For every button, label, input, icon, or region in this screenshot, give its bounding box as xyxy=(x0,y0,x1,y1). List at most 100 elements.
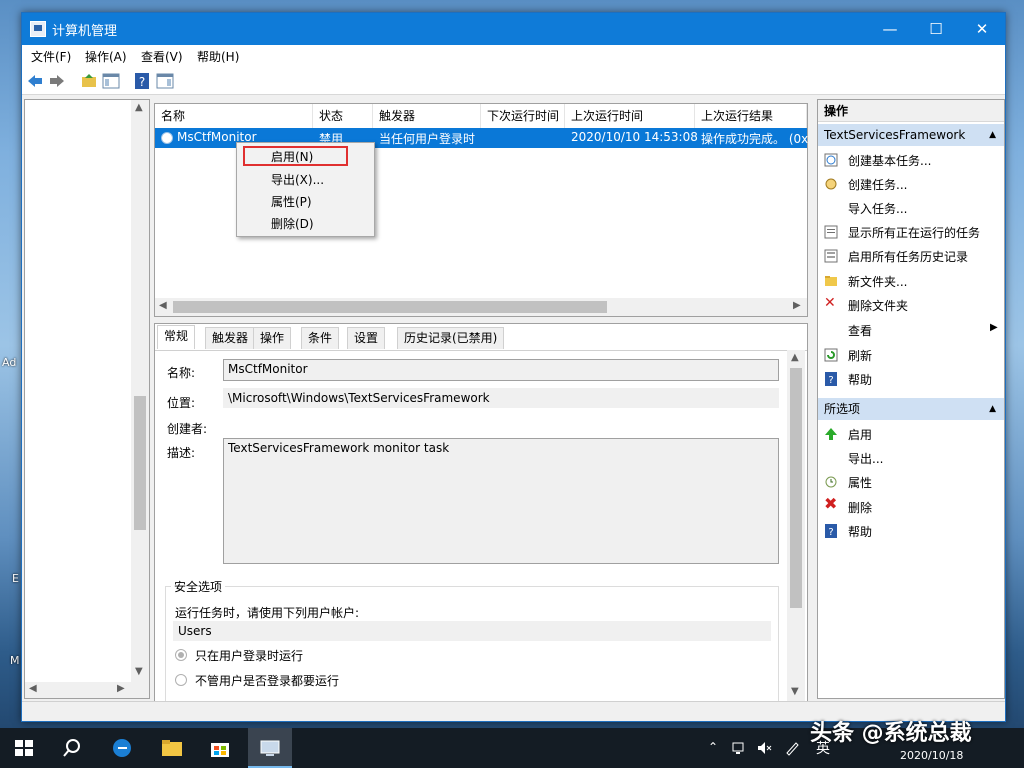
taskbar-date[interactable]: 2020/10/18 xyxy=(900,748,963,764)
run-whether-logged-on-radio[interactable] xyxy=(175,674,187,686)
description-field[interactable]: TextServicesFramework monitor task xyxy=(223,438,779,564)
pen-icon[interactable] xyxy=(784,740,800,756)
tab-triggers[interactable]: 触发器 xyxy=(205,327,256,349)
details-vertical-scrollbar[interactable]: ▲ ▼ xyxy=(787,350,805,702)
section-title-selected: 所选项 xyxy=(824,402,861,416)
tab-conditions[interactable]: 条件 xyxy=(301,327,340,349)
column-header-last-run[interactable]: 上次运行时间 xyxy=(565,104,695,128)
tab-general[interactable]: 常规 xyxy=(157,325,196,349)
action-enable[interactable]: 启用 xyxy=(848,426,872,443)
section-header-selected[interactable]: 所选项 ▲ xyxy=(818,398,1004,420)
action-show-running-tasks[interactable]: 显示所有正在运行的任务 xyxy=(848,224,980,241)
windows-start-icon[interactable] xyxy=(12,736,36,760)
action-new-folder[interactable]: 新文件夹... xyxy=(848,273,907,290)
context-menu-export[interactable]: 导出(X)... xyxy=(271,171,324,188)
column-header-status[interactable]: 状态 xyxy=(313,104,373,128)
tree-horizontal-scrollbar[interactable]: ◀ ▶ xyxy=(25,682,149,698)
scroll-up-icon[interactable]: ▲ xyxy=(791,352,799,363)
svg-text:?: ? xyxy=(139,75,145,89)
action-help[interactable]: 帮助 xyxy=(848,371,872,388)
tree-scroll-thumb[interactable] xyxy=(134,396,146,530)
collapse-icon[interactable]: ▲ xyxy=(989,398,996,420)
menu-action[interactable]: 操作(A) xyxy=(85,48,127,65)
show-hide-action-pane-icon[interactable] xyxy=(156,72,174,90)
minimize-button[interactable]: — xyxy=(867,13,913,45)
list-scroll-thumb[interactable] xyxy=(173,301,607,313)
create-task-icon xyxy=(825,178,837,190)
volume-muted-icon[interactable] xyxy=(756,740,772,756)
edge-browser-icon[interactable] xyxy=(110,736,134,760)
scroll-down-icon[interactable]: ▼ xyxy=(791,686,799,697)
show-hidden-icons-icon[interactable]: ⌃ xyxy=(708,740,718,754)
file-explorer-icon[interactable] xyxy=(160,736,184,760)
action-enable-history[interactable]: 启用所有任务历史记录 xyxy=(848,248,968,265)
name-field[interactable]: MsCtfMonitor xyxy=(223,359,779,381)
scroll-left-icon[interactable]: ◀ xyxy=(29,683,37,694)
tab-divider xyxy=(155,350,807,351)
scroll-up-icon[interactable]: ▲ xyxy=(135,102,143,113)
action-create-basic-task[interactable]: 创建基本任务... xyxy=(848,152,931,169)
action-refresh[interactable]: 刷新 xyxy=(848,347,872,364)
action-import-task[interactable]: 导入任务... xyxy=(848,200,907,217)
scroll-left-icon[interactable]: ◀ xyxy=(159,300,167,311)
collapse-icon[interactable]: ▲ xyxy=(989,124,996,146)
close-button[interactable]: ✕ xyxy=(959,13,1005,45)
menu-help[interactable]: 帮助(H) xyxy=(197,48,239,65)
column-header-last-result[interactable]: 上次运行结果 xyxy=(695,104,807,128)
enable-arrow-icon xyxy=(825,428,837,440)
maximize-button[interactable]: ☐ xyxy=(913,13,959,45)
network-icon[interactable] xyxy=(732,740,748,756)
column-header-name[interactable]: 名称 xyxy=(155,104,313,128)
store-icon[interactable] xyxy=(208,736,232,760)
action-help-selected[interactable]: 帮助 xyxy=(848,523,872,540)
action-create-task[interactable]: 创建任务... xyxy=(848,176,907,193)
menu-file[interactable]: 文件(F) xyxy=(31,48,71,65)
tree-vertical-scrollbar[interactable]: ▲ ▼ xyxy=(131,100,149,682)
location-label: 位置: xyxy=(167,396,196,410)
navigation-tree[interactable]: ▲ ▼ ◀ ▶ xyxy=(24,99,150,699)
context-menu-delete[interactable]: 删除(D) xyxy=(271,215,314,232)
taskbar-computer-management[interactable] xyxy=(248,728,292,768)
back-arrow-icon[interactable] xyxy=(26,72,44,90)
menu-view[interactable]: 查看(V) xyxy=(141,48,183,65)
list-horizontal-scrollbar[interactable]: ◀ ▶ xyxy=(155,298,807,316)
task-last-result: 操作成功完成。 (0x xyxy=(701,132,809,146)
context-menu-enable[interactable]: 启用(N) xyxy=(271,148,313,165)
column-header-trigger[interactable]: 触发器 xyxy=(373,104,481,128)
action-properties[interactable]: 属性 xyxy=(848,474,872,491)
actions-pane: 操作 TextServicesFramework ▲ 创建基本任务... 创建任务… xyxy=(817,99,1005,699)
title-bar: 计算机管理 — ☐ ✕ xyxy=(22,13,1005,45)
computer-management-icon xyxy=(260,740,280,756)
tab-history[interactable]: 历史记录(已禁用) xyxy=(397,327,505,349)
column-header-next-run[interactable]: 下次运行时间 xyxy=(481,104,565,128)
location-field: \Microsoft\Windows\TextServicesFramework xyxy=(223,388,779,408)
context-menu-properties[interactable]: 属性(P) xyxy=(271,193,312,210)
run-as-label: 运行任务时，请使用下列用户帐户: xyxy=(175,606,360,620)
properties-clock-icon xyxy=(825,476,837,488)
details-scroll-thumb[interactable] xyxy=(790,368,802,608)
tab-actions[interactable]: 操作 xyxy=(253,327,292,349)
run-only-logged-on-label: 只在用户登录时运行 xyxy=(195,649,304,663)
action-view[interactable]: 查看 xyxy=(848,322,872,339)
forward-arrow-icon[interactable] xyxy=(48,72,66,90)
description-label: 描述: xyxy=(167,446,196,460)
up-folder-icon[interactable] xyxy=(80,72,98,90)
svg-text:?: ? xyxy=(828,527,833,538)
tab-settings[interactable]: 设置 xyxy=(347,327,386,349)
action-delete[interactable]: 删除 xyxy=(848,499,872,516)
help-icon: ? xyxy=(825,372,837,386)
name-label: 名称: xyxy=(167,366,196,380)
section-header-folder[interactable]: TextServicesFramework ▲ xyxy=(818,124,1004,146)
delete-folder-icon: ✕ xyxy=(824,295,836,311)
scroll-down-icon[interactable]: ▼ xyxy=(135,666,143,677)
scroll-right-icon[interactable]: ▶ xyxy=(117,683,125,694)
help-icon[interactable]: ? xyxy=(133,72,151,90)
task-details-pane: 常规 触发器 操作 条件 设置 历史记录(已禁用) 名称: MsCtfMonit… xyxy=(154,323,808,703)
action-delete-folder[interactable]: 删除文件夹 xyxy=(848,297,908,314)
search-icon[interactable] xyxy=(60,736,84,760)
action-export[interactable]: 导出... xyxy=(848,450,883,467)
desktop-icon-label: Ad xyxy=(2,356,17,369)
run-only-logged-on-radio[interactable] xyxy=(175,649,187,661)
scroll-right-icon[interactable]: ▶ xyxy=(793,300,801,311)
show-hide-tree-icon[interactable] xyxy=(102,72,120,90)
